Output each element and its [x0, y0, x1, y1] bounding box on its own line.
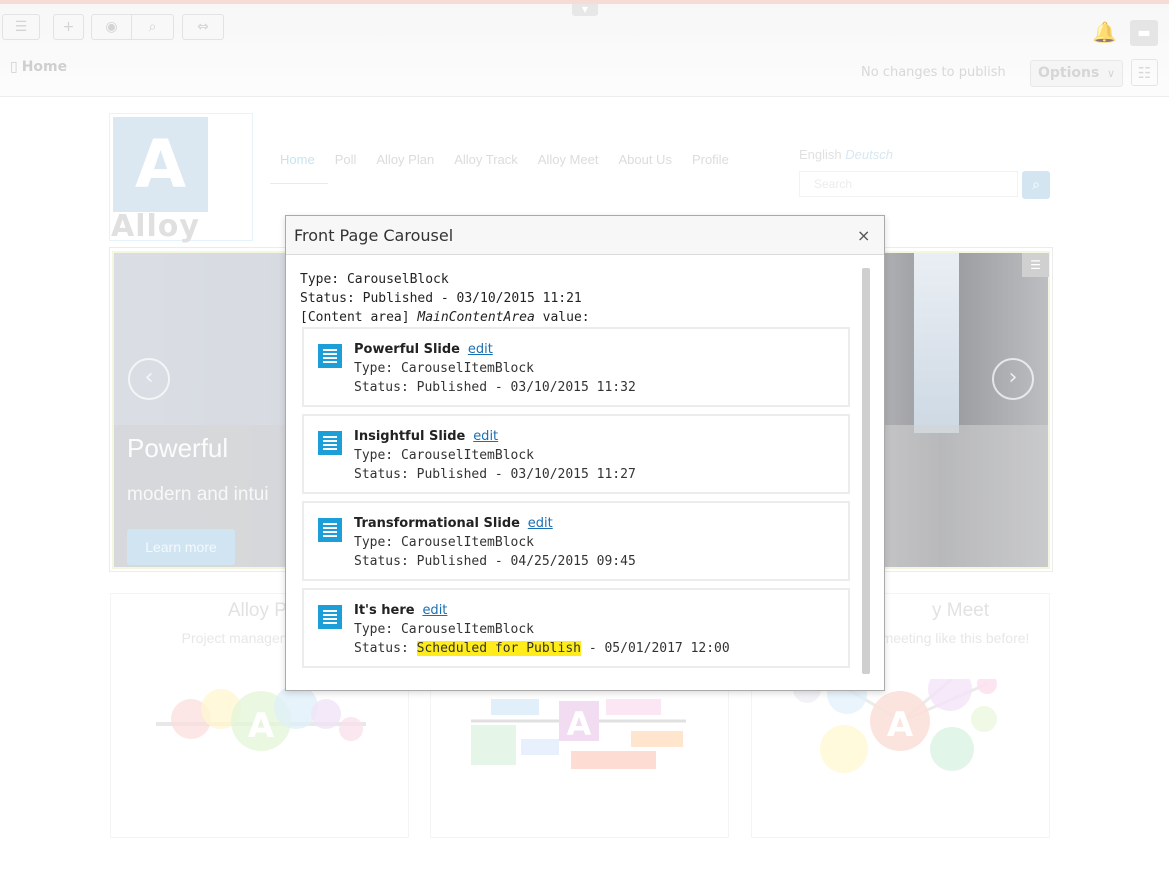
content-area-prefix: [Content area]: [300, 310, 418, 325]
scrollbar-thumb[interactable]: [862, 268, 870, 674]
list-item: Powerful Slide edit Type: CarouselItemBl…: [302, 327, 850, 407]
block-icon: [318, 344, 342, 368]
edit-link[interactable]: edit: [422, 603, 447, 618]
edit-link[interactable]: edit: [528, 516, 553, 531]
block-meta: Type: CarouselBlock Status: Published - …: [300, 270, 860, 327]
item-status-prefix: Status:: [354, 467, 417, 482]
content-area-line: [Content area] MainContentArea value:: [300, 308, 860, 327]
list-item: Insightful Slide edit Type: CarouselItem…: [302, 414, 850, 494]
block-icon: [318, 431, 342, 455]
edit-link[interactable]: edit: [473, 429, 498, 444]
item-type: Type: CarouselItemBlock: [354, 535, 535, 550]
dialog-scrollbar[interactable]: [862, 268, 870, 674]
dialog-header: Front Page Carousel ×: [286, 216, 884, 255]
item-status-prefix: Status:: [354, 554, 417, 569]
item-status-date: - 03/10/2015 11:32: [487, 380, 636, 395]
item-type: Type: CarouselItemBlock: [354, 361, 535, 376]
item-name: Powerful Slide: [354, 342, 460, 357]
item-status: Published: [416, 380, 488, 395]
item-type: Type: CarouselItemBlock: [354, 622, 535, 637]
item-status-date: - 03/10/2015 11:27: [487, 467, 636, 482]
item-status: Published: [416, 554, 488, 569]
item-status-prefix: Status:: [354, 641, 417, 656]
item-status-date: - 05/01/2017 12:00: [581, 641, 730, 656]
dialog-title: Front Page Carousel: [294, 226, 454, 245]
item-name: Insightful Slide: [354, 429, 466, 444]
list-item: Transformational Slide edit Type: Carous…: [302, 501, 850, 581]
content-area-name: MainContentArea: [417, 310, 535, 325]
block-type: Type: CarouselBlock: [300, 272, 449, 287]
block-info-dialog: Front Page Carousel × Type: CarouselBloc…: [285, 215, 885, 691]
block-status: Status: Published - 03/10/2015 11:21: [300, 291, 582, 306]
block-icon: [318, 518, 342, 542]
status-highlight-scheduled: Scheduled for Publish: [416, 641, 581, 656]
block-icon: [318, 605, 342, 629]
item-status-date: - 04/25/2015 09:45: [487, 554, 636, 569]
item-name: It's here: [354, 603, 415, 618]
dialog-body: Type: CarouselBlock Status: Published - …: [300, 270, 860, 327]
content-area-suffix: value:: [534, 310, 590, 325]
item-name: Transformational Slide: [354, 516, 520, 531]
close-icon[interactable]: ×: [857, 226, 870, 245]
item-type: Type: CarouselItemBlock: [354, 448, 535, 463]
edit-link[interactable]: edit: [468, 342, 493, 357]
list-item: It's here edit Type: CarouselItemBlock S…: [302, 588, 850, 668]
item-status-prefix: Status:: [354, 380, 417, 395]
item-status: Published: [416, 467, 488, 482]
